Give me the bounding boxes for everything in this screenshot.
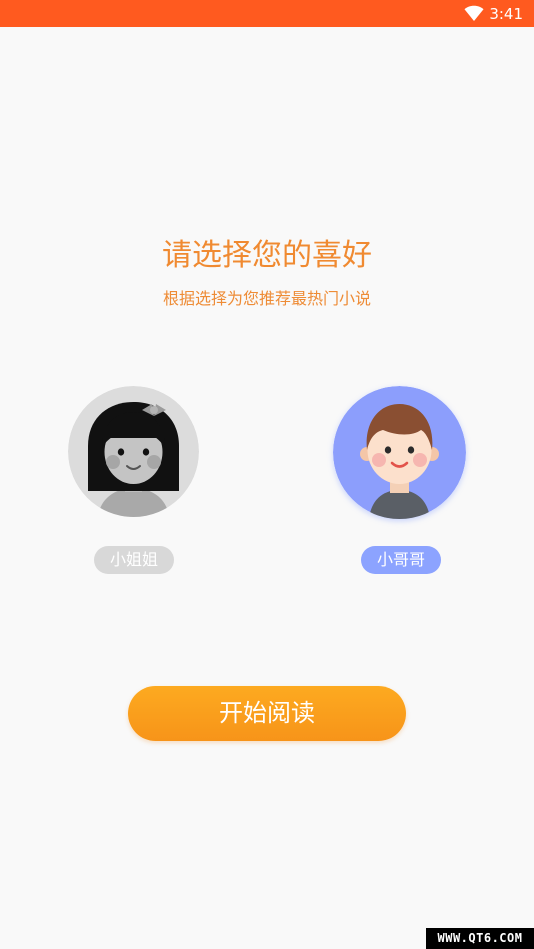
watermark: WWW.QT6.COM [426, 928, 534, 949]
boy-avatar-option[interactable] [333, 386, 466, 519]
status-time: 3:41 [489, 5, 523, 23]
start-reading-button[interactable]: 开始阅读 [128, 686, 406, 741]
girl-avatar-option[interactable] [68, 386, 199, 517]
boy-avatar-icon [333, 386, 466, 519]
girl-avatar-icon [68, 386, 199, 517]
option-label-boy[interactable]: 小哥哥 [361, 546, 441, 574]
page-title: 请选择您的喜好 [162, 238, 372, 273]
status-bar: 3:41 [0, 0, 534, 27]
wifi-icon [464, 5, 484, 21]
option-label-girl[interactable]: 小姐姐 [94, 546, 174, 574]
page-subtitle: 根据选择为您推荐最热门小说 [162, 289, 371, 308]
